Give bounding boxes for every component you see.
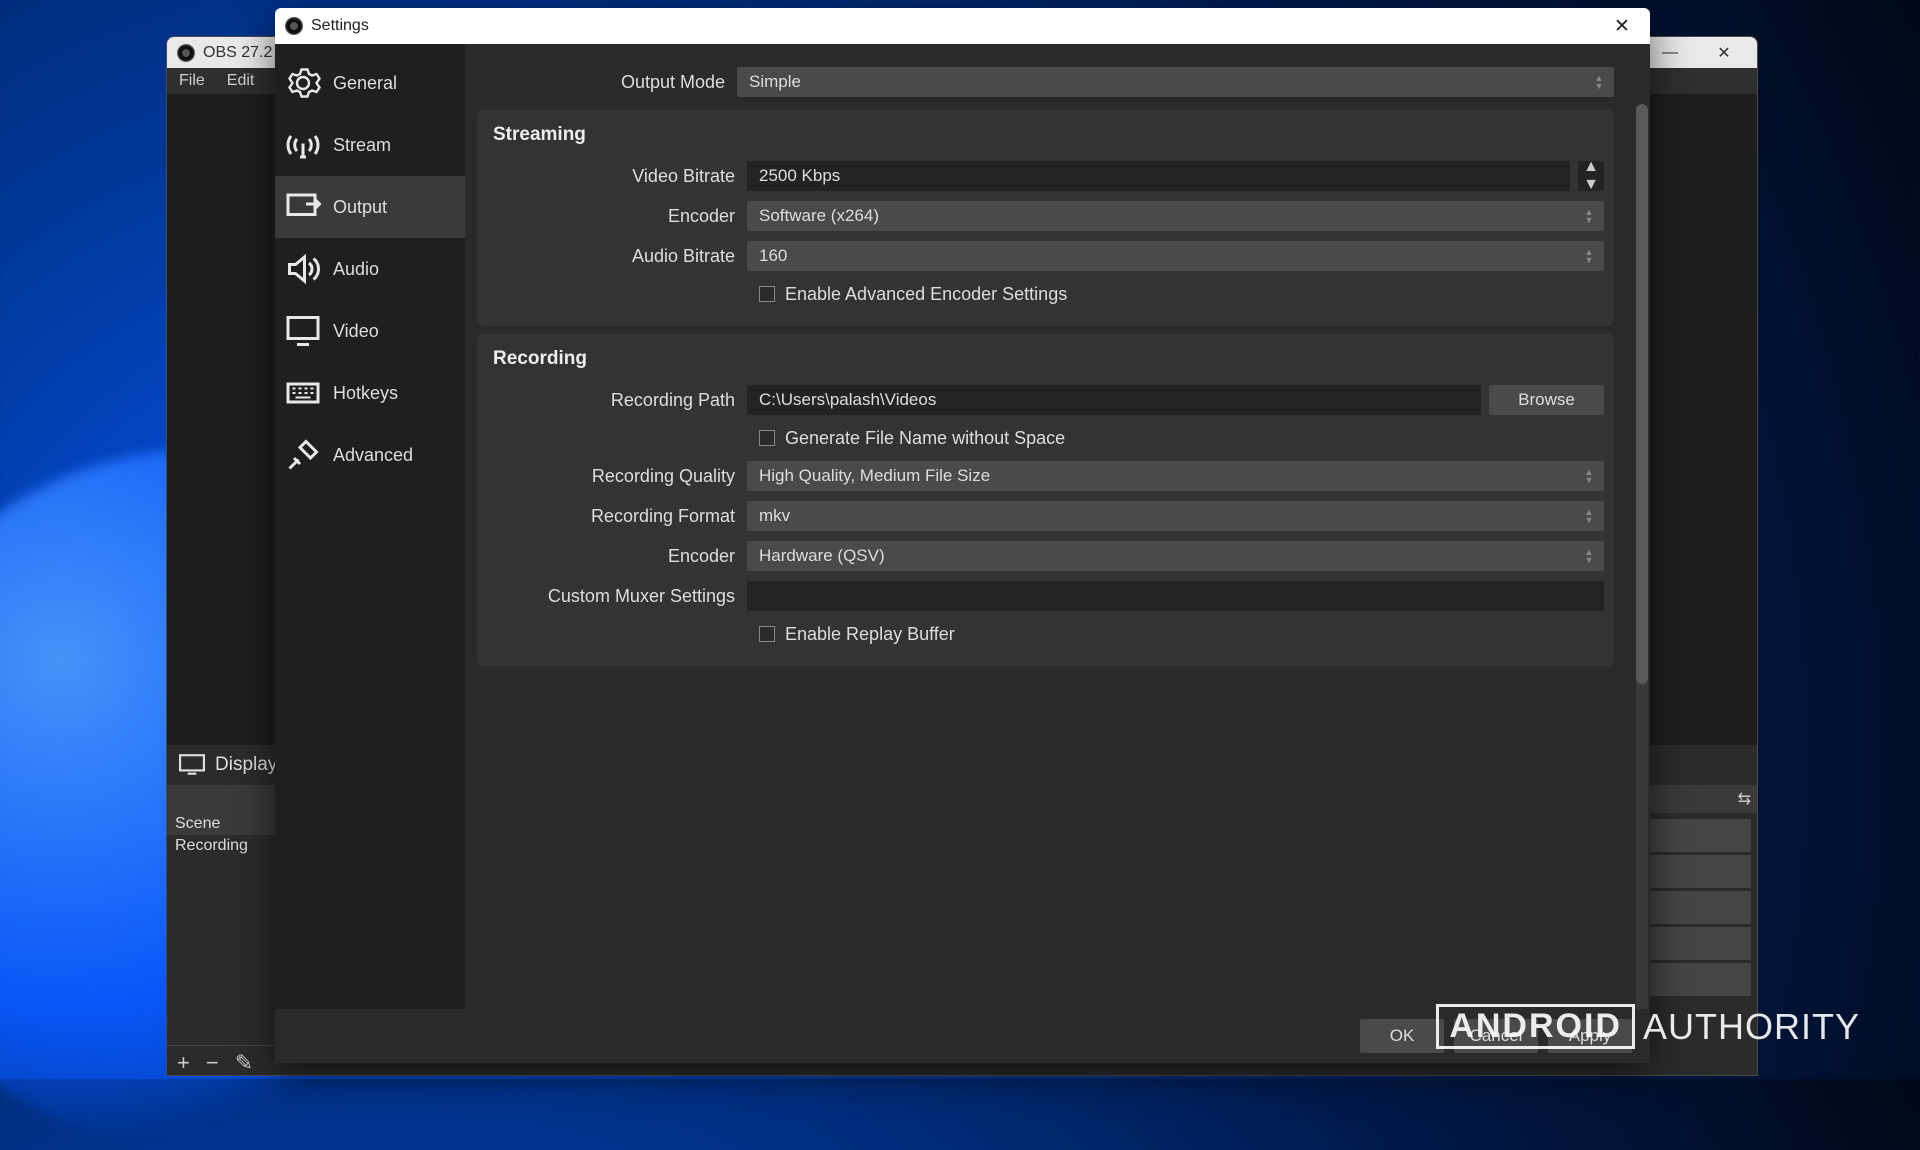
recording-path-label: Recording Path — [487, 390, 747, 411]
close-button[interactable]: ✕ — [1701, 37, 1747, 68]
monitor-icon — [285, 313, 321, 349]
muxer-label: Custom Muxer Settings — [487, 586, 747, 607]
sidebar-item-general[interactable]: General — [275, 52, 465, 114]
sidebar-item-hotkeys[interactable]: Hotkeys — [275, 362, 465, 424]
tools-icon — [285, 437, 321, 473]
adv-encoder-checkbox[interactable] — [759, 286, 775, 302]
sidebar-item-audio[interactable]: Audio — [275, 238, 465, 300]
ok-button[interactable]: OK — [1360, 1019, 1444, 1053]
recording-quality-select[interactable]: High Quality, Medium File Size ▲▼ — [747, 461, 1604, 491]
antenna-icon — [285, 127, 321, 163]
sidebar-label: Advanced — [333, 445, 413, 466]
sidebar-label: Hotkeys — [333, 383, 398, 404]
scene-header-label: Display — [215, 754, 277, 776]
recording-encoder-label: Encoder — [487, 546, 747, 567]
settings-content: Output Mode Simple ▲▼ Streaming Video Bi… — [465, 44, 1650, 1009]
output-mode-select[interactable]: Simple ▲▼ — [737, 67, 1614, 97]
settings-title: Settings — [311, 17, 369, 35]
obs-icon — [177, 44, 195, 62]
recording-encoder-select[interactable]: Hardware (QSV) ▲▼ — [747, 541, 1604, 571]
audio-bitrate-select[interactable]: 160 ▲▼ — [747, 241, 1604, 271]
recording-title: Recording — [487, 344, 1604, 380]
settings-sidebar: General Stream Output Audio Video Hotkey… — [275, 44, 465, 1009]
video-bitrate-label: Video Bitrate — [487, 166, 747, 187]
menu-edit[interactable]: Edit — [227, 72, 255, 90]
scroll-thumb[interactable] — [1636, 104, 1648, 684]
video-bitrate-input[interactable]: 2500 Kbps — [747, 161, 1570, 191]
streaming-encoder-value: Software (x264) — [759, 206, 879, 226]
streaming-title: Streaming — [487, 120, 1604, 156]
audio-bitrate-label: Audio Bitrate — [487, 246, 747, 267]
sidebar-label: Stream — [333, 135, 391, 156]
recording-quality-value: High Quality, Medium File Size — [759, 466, 990, 486]
minimize-button[interactable]: — — [1647, 37, 1693, 68]
keyboard-icon — [285, 375, 321, 411]
obs-title: OBS 27.2 — [203, 44, 272, 62]
recording-format-select[interactable]: mkv ▲▼ — [747, 501, 1604, 531]
panel-toggle-icon[interactable]: ⇆ — [1738, 789, 1751, 809]
adv-encoder-label: Enable Advanced Encoder Settings — [785, 284, 1067, 305]
recording-section: Recording Recording Path C:\Users\palash… — [477, 334, 1614, 666]
recording-path-value: C:\Users\palash\Videos — [759, 390, 936, 410]
spinner-icon: ▲▼ — [1578, 501, 1600, 531]
scrollbar[interactable] — [1636, 104, 1648, 1009]
sidebar-item-video[interactable]: Video — [275, 300, 465, 362]
settings-titlebar: Settings ✕ — [275, 8, 1650, 44]
watermark: ANDROID AUTHORITY — [1436, 1004, 1860, 1049]
sidebar-item-output[interactable]: Output — [275, 176, 465, 238]
browse-button[interactable]: Browse — [1489, 385, 1604, 415]
gen-filename-label: Generate File Name without Space — [785, 428, 1065, 449]
sidebar-label: Audio — [333, 259, 379, 280]
replay-buffer-checkbox[interactable] — [759, 626, 775, 642]
muxer-input[interactable] — [747, 581, 1604, 611]
output-mode-value: Simple — [749, 72, 801, 92]
spinner-icon: ▲▼ — [1588, 67, 1610, 97]
recording-encoder-value: Hardware (QSV) — [759, 546, 885, 566]
sidebar-label: Output — [333, 197, 387, 218]
spinner-icon[interactable]: ▲▼ — [1578, 161, 1604, 191]
watermark-brand: ANDROID — [1436, 1004, 1635, 1049]
recording-format-value: mkv — [759, 506, 790, 526]
streaming-encoder-label: Encoder — [487, 206, 747, 227]
spinner-icon: ▲▼ — [1578, 461, 1600, 491]
gen-filename-checkbox[interactable] — [759, 430, 775, 446]
recording-path-input[interactable]: C:\Users\palash\Videos — [747, 385, 1481, 415]
output-mode-label: Output Mode — [477, 72, 737, 93]
monitor-icon — [179, 754, 205, 776]
sidebar-label: Video — [333, 321, 379, 342]
sidebar-item-advanced[interactable]: Advanced — [275, 424, 465, 486]
gear-icon — [285, 65, 321, 101]
video-bitrate-value: 2500 Kbps — [759, 166, 840, 186]
spinner-icon: ▲▼ — [1578, 201, 1600, 231]
recording-format-label: Recording Format — [487, 506, 747, 527]
replay-buffer-label: Enable Replay Buffer — [785, 624, 955, 645]
obs-icon — [285, 17, 303, 35]
speaker-icon — [285, 251, 321, 287]
remove-scene-button[interactable]: − — [206, 1050, 219, 1076]
sidebar-label: General — [333, 73, 397, 94]
edit-scene-button[interactable]: ✎ — [235, 1050, 253, 1076]
streaming-encoder-select[interactable]: Software (x264) ▲▼ — [747, 201, 1604, 231]
settings-dialog: Settings ✕ General Stream Output Audio — [275, 8, 1650, 1063]
streaming-section: Streaming Video Bitrate 2500 Kbps ▲▼ Enc… — [477, 110, 1614, 326]
spinner-icon: ▲▼ — [1578, 541, 1600, 571]
output-icon — [285, 189, 321, 225]
audio-bitrate-value: 160 — [759, 246, 787, 266]
recording-quality-label: Recording Quality — [487, 466, 747, 487]
close-icon[interactable]: ✕ — [1604, 15, 1640, 38]
add-scene-button[interactable]: + — [177, 1050, 190, 1076]
sidebar-item-stream[interactable]: Stream — [275, 114, 465, 176]
menu-file[interactable]: File — [179, 72, 205, 90]
spinner-icon: ▲▼ — [1578, 241, 1600, 271]
watermark-rest: AUTHORITY — [1643, 1006, 1860, 1048]
